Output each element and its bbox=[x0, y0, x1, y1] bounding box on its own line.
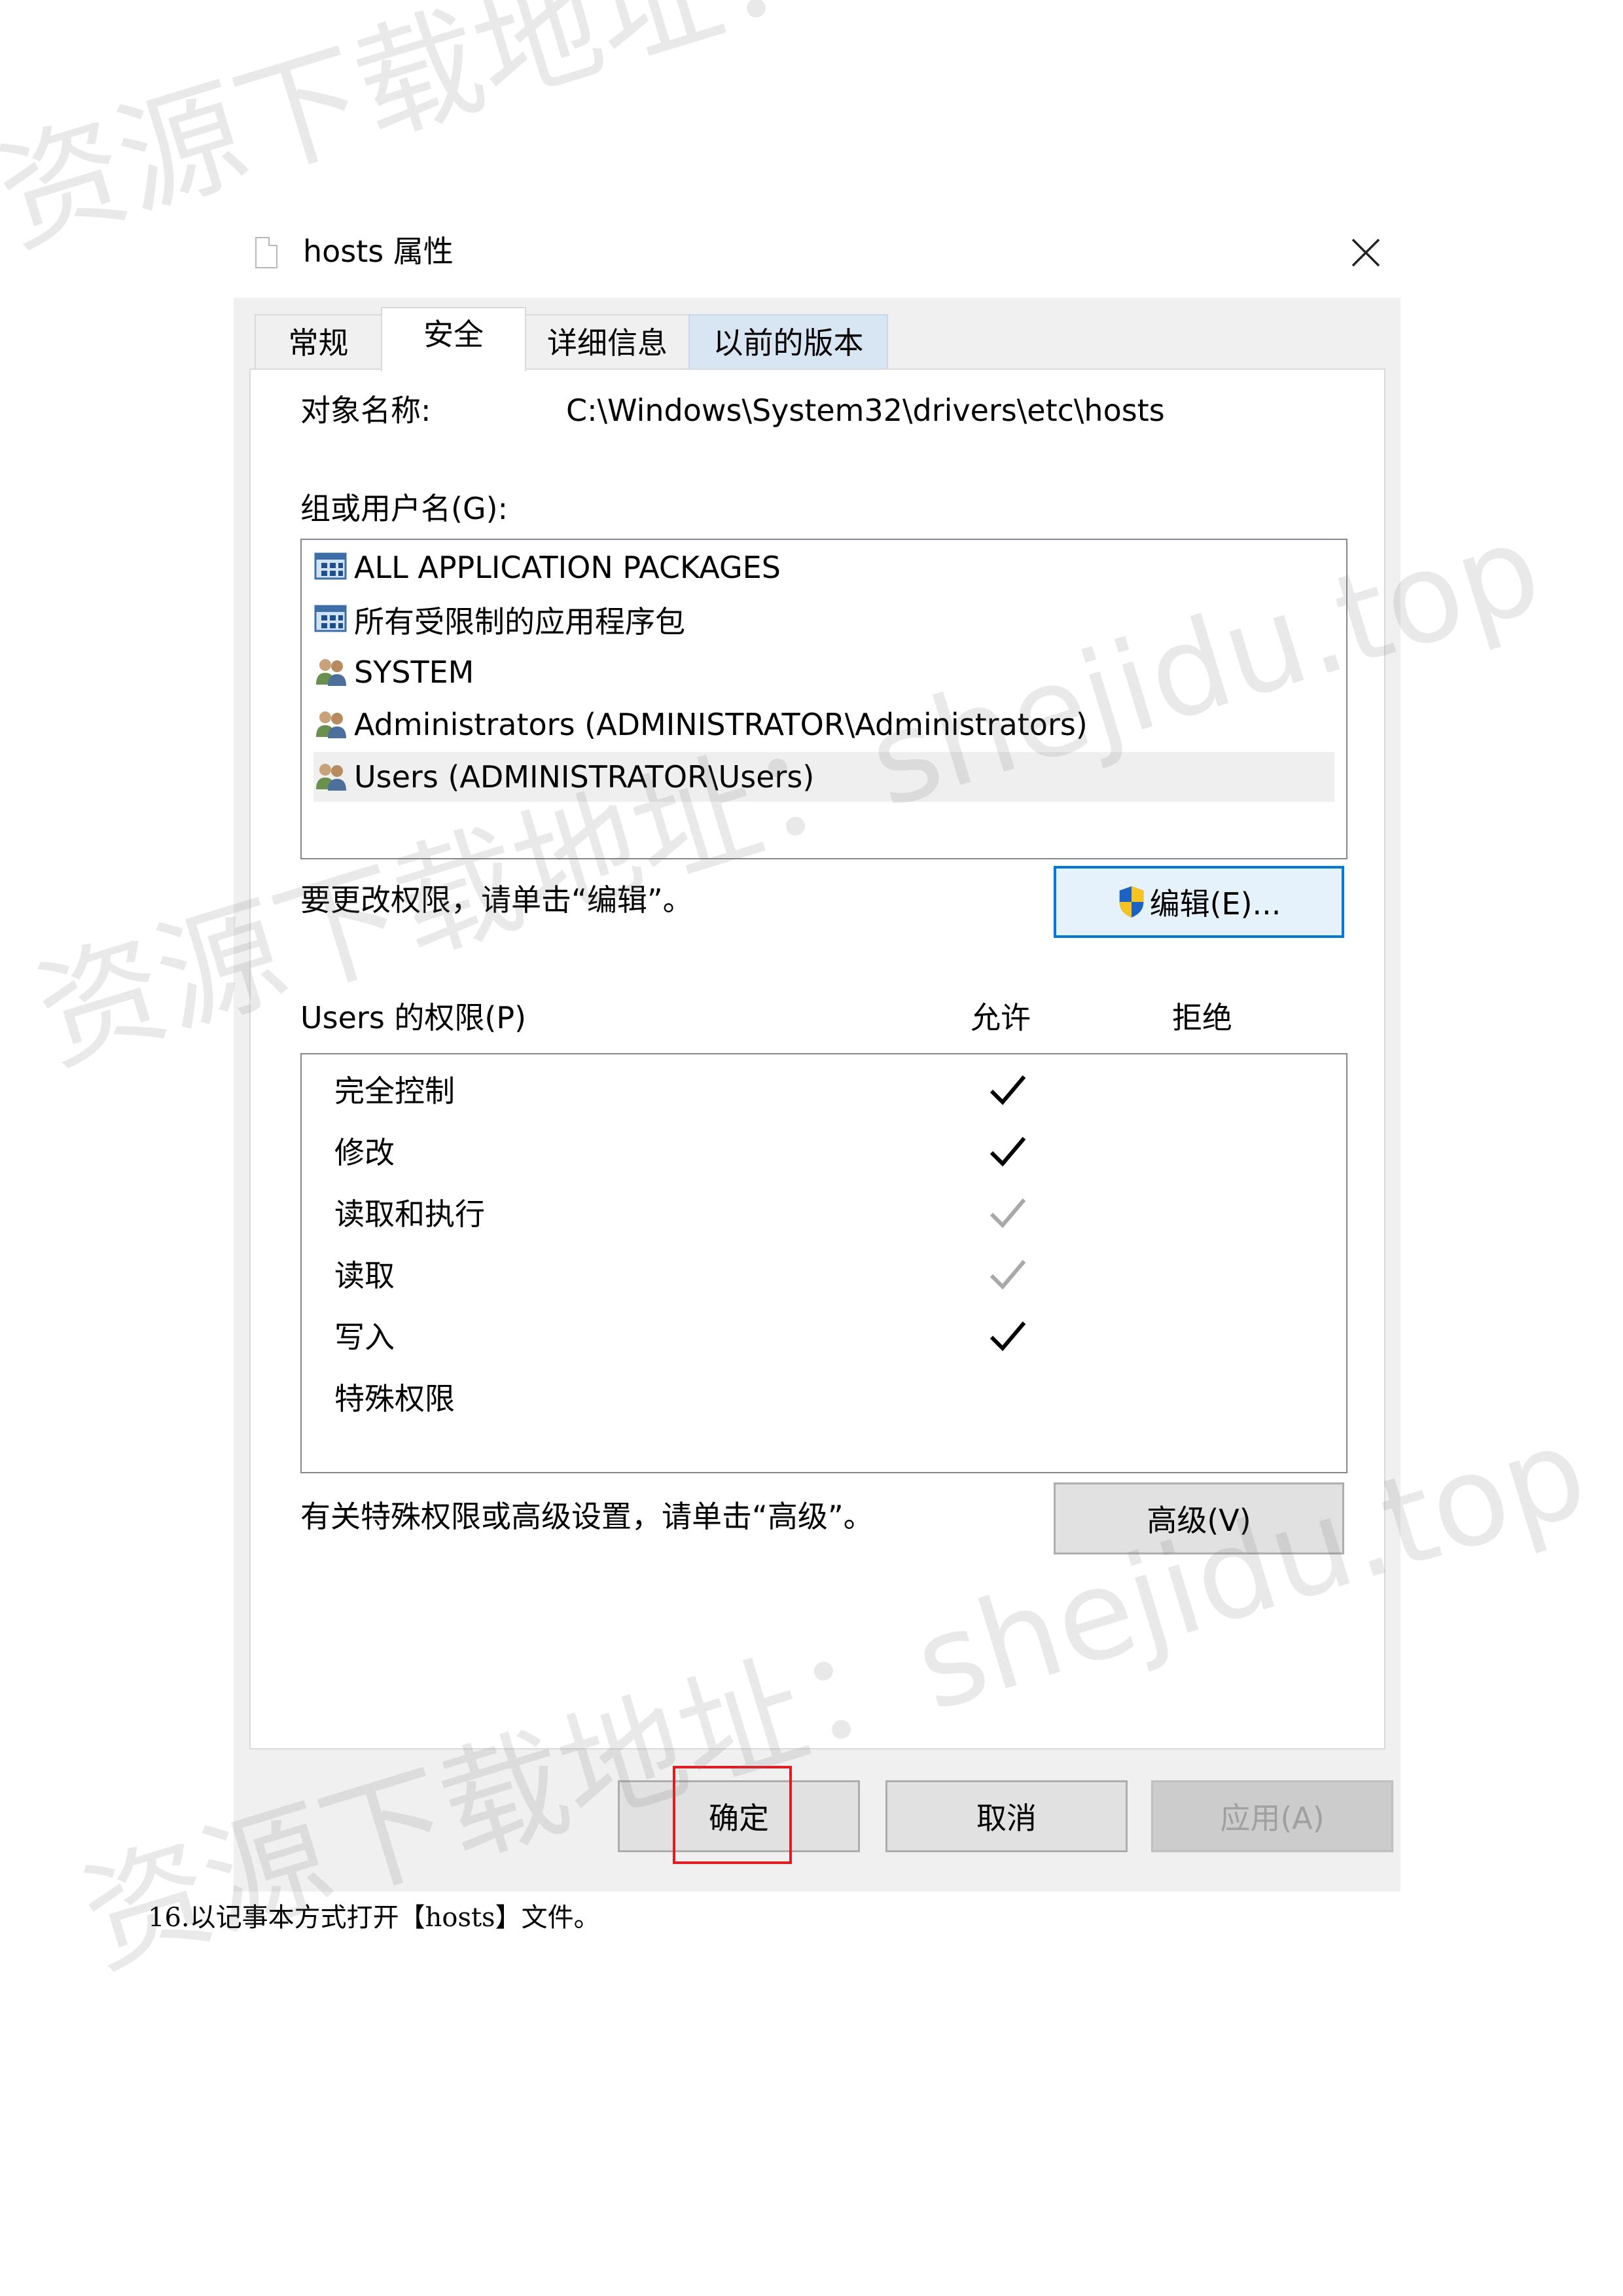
ok-button-highlight-box bbox=[673, 1766, 792, 1864]
groups-listbox[interactable]: ALL APPLICATION PACKAGES 所有受限制的应用程序包 SYS… bbox=[300, 539, 1347, 859]
list-item-selected[interactable]: Users (ADMINISTRATOR\Users) bbox=[313, 752, 1334, 802]
permission-name: 读取 bbox=[334, 1258, 395, 1293]
permission-name: 修改 bbox=[334, 1135, 395, 1170]
shield-icon bbox=[1119, 886, 1143, 918]
group-name: Administrators (ADMINISTRATOR\Administra… bbox=[354, 707, 1088, 742]
permission-name: 完全控制 bbox=[334, 1073, 455, 1109]
package-icon bbox=[314, 605, 347, 632]
edit-button[interactable]: 编辑(E)... bbox=[1054, 866, 1344, 938]
advanced-hint: 有关特殊权限或高级设置，请单击“高级”。 bbox=[300, 1499, 874, 1534]
group-name: SYSTEM bbox=[354, 655, 474, 690]
change-hint: 要更改权限，请单击“编辑”。 bbox=[300, 882, 693, 918]
permission-row: 修改 bbox=[302, 1124, 1342, 1183]
allow-check-icon bbox=[990, 1137, 1026, 1167]
file-icon bbox=[255, 237, 277, 268]
permission-row: 完全控制 bbox=[302, 1062, 1342, 1121]
object-name-value: C:\Windows\System32\drivers\etc\hosts bbox=[566, 393, 1165, 428]
permission-row: 写入 bbox=[302, 1308, 1342, 1367]
deny-header: 拒绝 bbox=[1172, 1000, 1232, 1035]
title-bar[interactable]: hosts 属性 bbox=[234, 216, 1400, 298]
permission-name: 写入 bbox=[334, 1319, 395, 1355]
edit-button-label: 编辑(E)... bbox=[1149, 886, 1281, 922]
properties-dialog: hosts 属性 常规 安全 详细信息 以前的版本 对象名称: C:\Windo… bbox=[234, 216, 1400, 1892]
dialog-client: 常规 安全 详细信息 以前的版本 对象名称: C:\Windows\System… bbox=[234, 298, 1400, 1892]
permissions-label: Users 的权限(P) bbox=[300, 1000, 527, 1035]
close-icon[interactable] bbox=[1346, 233, 1385, 272]
list-item[interactable]: ALL APPLICATION PACKAGES bbox=[313, 543, 1334, 592]
users-icon bbox=[316, 659, 346, 686]
list-item[interactable]: SYSTEM bbox=[313, 647, 1334, 697]
groups-label: 组或用户名(G): bbox=[300, 491, 508, 526]
list-item[interactable]: 所有受限制的应用程序包 bbox=[313, 595, 1334, 645]
permission-row: 读取和执行 bbox=[302, 1185, 1342, 1244]
users-icon bbox=[316, 711, 346, 738]
group-name: 所有受限制的应用程序包 bbox=[354, 604, 685, 639]
security-panel: 对象名称: C:\Windows\System32\drivers\etc\ho… bbox=[249, 368, 1385, 1749]
allow-header: 允许 bbox=[971, 1000, 1031, 1035]
permission-row: 读取 bbox=[302, 1247, 1342, 1306]
allow-check-icon bbox=[990, 1321, 1026, 1352]
permission-row: 特殊权限 bbox=[302, 1370, 1342, 1429]
group-name: Users (ADMINISTRATOR\Users) bbox=[354, 759, 815, 795]
allow-check-inherited-icon bbox=[990, 1198, 1026, 1229]
group-name: ALL APPLICATION PACKAGES bbox=[354, 550, 781, 585]
object-name-label: 对象名称: bbox=[300, 393, 431, 428]
list-item[interactable]: Administrators (ADMINISTRATOR\Administra… bbox=[313, 700, 1334, 749]
allow-check-icon bbox=[990, 1075, 1026, 1105]
tab-details[interactable]: 详细信息 bbox=[525, 314, 690, 369]
caption-text: 16.以记事本方式打开【hosts】文件。 bbox=[148, 1903, 600, 1933]
permission-name: 特殊权限 bbox=[334, 1381, 455, 1416]
apply-button[interactable]: 应用(A) bbox=[1151, 1780, 1393, 1852]
dialog-title: hosts 属性 bbox=[303, 234, 454, 269]
users-icon bbox=[316, 764, 346, 791]
tab-general[interactable]: 常规 bbox=[255, 314, 382, 369]
cancel-button[interactable]: 取消 bbox=[885, 1780, 1128, 1852]
permissions-list[interactable]: 完全控制 修改 读取和执行 读取 写入 特殊权限 bbox=[300, 1053, 1347, 1473]
tab-security[interactable]: 安全 bbox=[381, 307, 526, 371]
permission-name: 读取和执行 bbox=[334, 1196, 485, 1232]
advanced-button[interactable]: 高级(V) bbox=[1054, 1482, 1344, 1554]
tab-previous-versions[interactable]: 以前的版本 bbox=[688, 314, 888, 369]
package-icon bbox=[314, 552, 347, 580]
allow-check-inherited-icon bbox=[990, 1260, 1026, 1290]
